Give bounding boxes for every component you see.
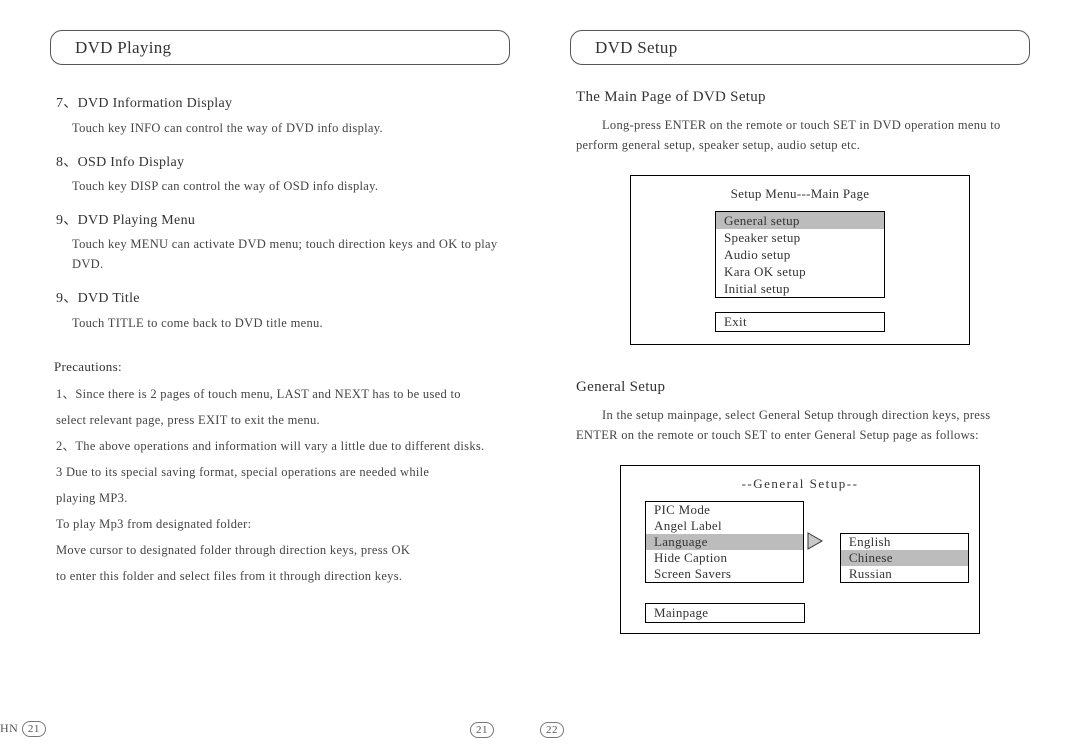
general-setup-box-title: --General Setup-- (631, 474, 969, 495)
item-title: 8、OSD Info Display (56, 152, 510, 174)
main-page-paragraph: Long-press ENTER on the remote or touch … (576, 115, 1030, 155)
setup-menu-item[interactable]: General setup (716, 212, 884, 229)
footer-left-text: HN (0, 721, 18, 735)
precaution-line: To play Mp3 from designated folder: (56, 514, 510, 534)
general-setup-left-list: PIC Mode Angel Label Language Hide Capti… (645, 501, 804, 583)
precaution-line: 3 Due to its special saving format, spec… (56, 462, 510, 482)
general-setup-right-list: English Chinese Russian (840, 533, 969, 583)
precautions-label: Precautions: (54, 357, 510, 378)
setup-menu-list: General setup Speaker setup Audio setup … (715, 211, 885, 298)
footer-page-number-right: 22 (540, 722, 564, 738)
setup-menu-item[interactable]: Initial setup (716, 280, 884, 297)
gs-mainpage-button[interactable]: Mainpage (645, 603, 805, 623)
gs-left-item[interactable]: PIC Mode (646, 502, 803, 518)
gs-right-item[interactable]: English (841, 534, 968, 550)
manual-spread: DVD Playing 7、DVD Information Display To… (0, 0, 1080, 756)
left-column: DVD Playing 7、DVD Information Display To… (50, 30, 510, 736)
item-title: 7、DVD Information Display (56, 93, 510, 115)
precaution-line: select relevant page, press EXIT to exit… (56, 410, 510, 430)
setup-menu-box: Setup Menu---Main Page General setup Spe… (630, 175, 970, 345)
precaution-line: Move cursor to designated folder through… (56, 540, 510, 560)
left-section-header: DVD Playing (50, 30, 510, 65)
gs-right-item[interactable]: Chinese (841, 550, 968, 566)
general-setup-columns: PIC Mode Angel Label Language Hide Capti… (631, 501, 969, 623)
right-section-header: DVD Setup (570, 30, 1030, 65)
item-body: Touch TITLE to come back to DVD title me… (72, 313, 510, 333)
right-column: DVD Setup The Main Page of DVD Setup Lon… (570, 30, 1030, 736)
gs-left-item[interactable]: Screen Savers (646, 566, 803, 582)
precaution-line: 2、The above operations and information w… (56, 436, 510, 456)
item-title: 9、DVD Playing Menu (56, 210, 510, 232)
submenu-arrow-icon (806, 531, 826, 551)
general-setup-heading: General Setup (576, 375, 1030, 399)
footer-left-page-icon: 21 (22, 721, 46, 737)
precaution-line: 1、Since there is 2 pages of touch menu, … (56, 384, 510, 404)
main-page-heading: The Main Page of DVD Setup (576, 85, 1030, 109)
setup-menu-exit[interactable]: Exit (715, 312, 885, 332)
item-body: Touch key MENU can activate DVD menu; to… (72, 234, 510, 274)
setup-menu-item[interactable]: Kara OK setup (716, 263, 884, 280)
footer-page-number-left: 21 (470, 722, 494, 738)
gs-left-item[interactable]: Language (646, 534, 803, 550)
gs-right-item[interactable]: Russian (841, 566, 968, 582)
item-title: 9、DVD Title (56, 288, 510, 310)
item-body: Touch key INFO can control the way of DV… (72, 118, 510, 138)
gs-left-item[interactable]: Angel Label (646, 518, 803, 534)
setup-menu-item[interactable]: Speaker setup (716, 229, 884, 246)
general-setup-box: --General Setup-- PIC Mode Angel Label L… (620, 465, 980, 634)
footer-left-fragment: HN 21 (0, 719, 46, 738)
gs-left-item[interactable]: Hide Caption (646, 550, 803, 566)
setup-menu-item[interactable]: Audio setup (716, 246, 884, 263)
precaution-line: to enter this folder and select files fr… (56, 566, 510, 586)
item-body: Touch key DISP can control the way of OS… (72, 176, 510, 196)
setup-menu-title: Setup Menu---Main Page (643, 184, 957, 205)
precaution-line: playing MP3. (56, 488, 510, 508)
general-setup-paragraph: In the setup mainpage, select General Se… (576, 405, 1030, 445)
